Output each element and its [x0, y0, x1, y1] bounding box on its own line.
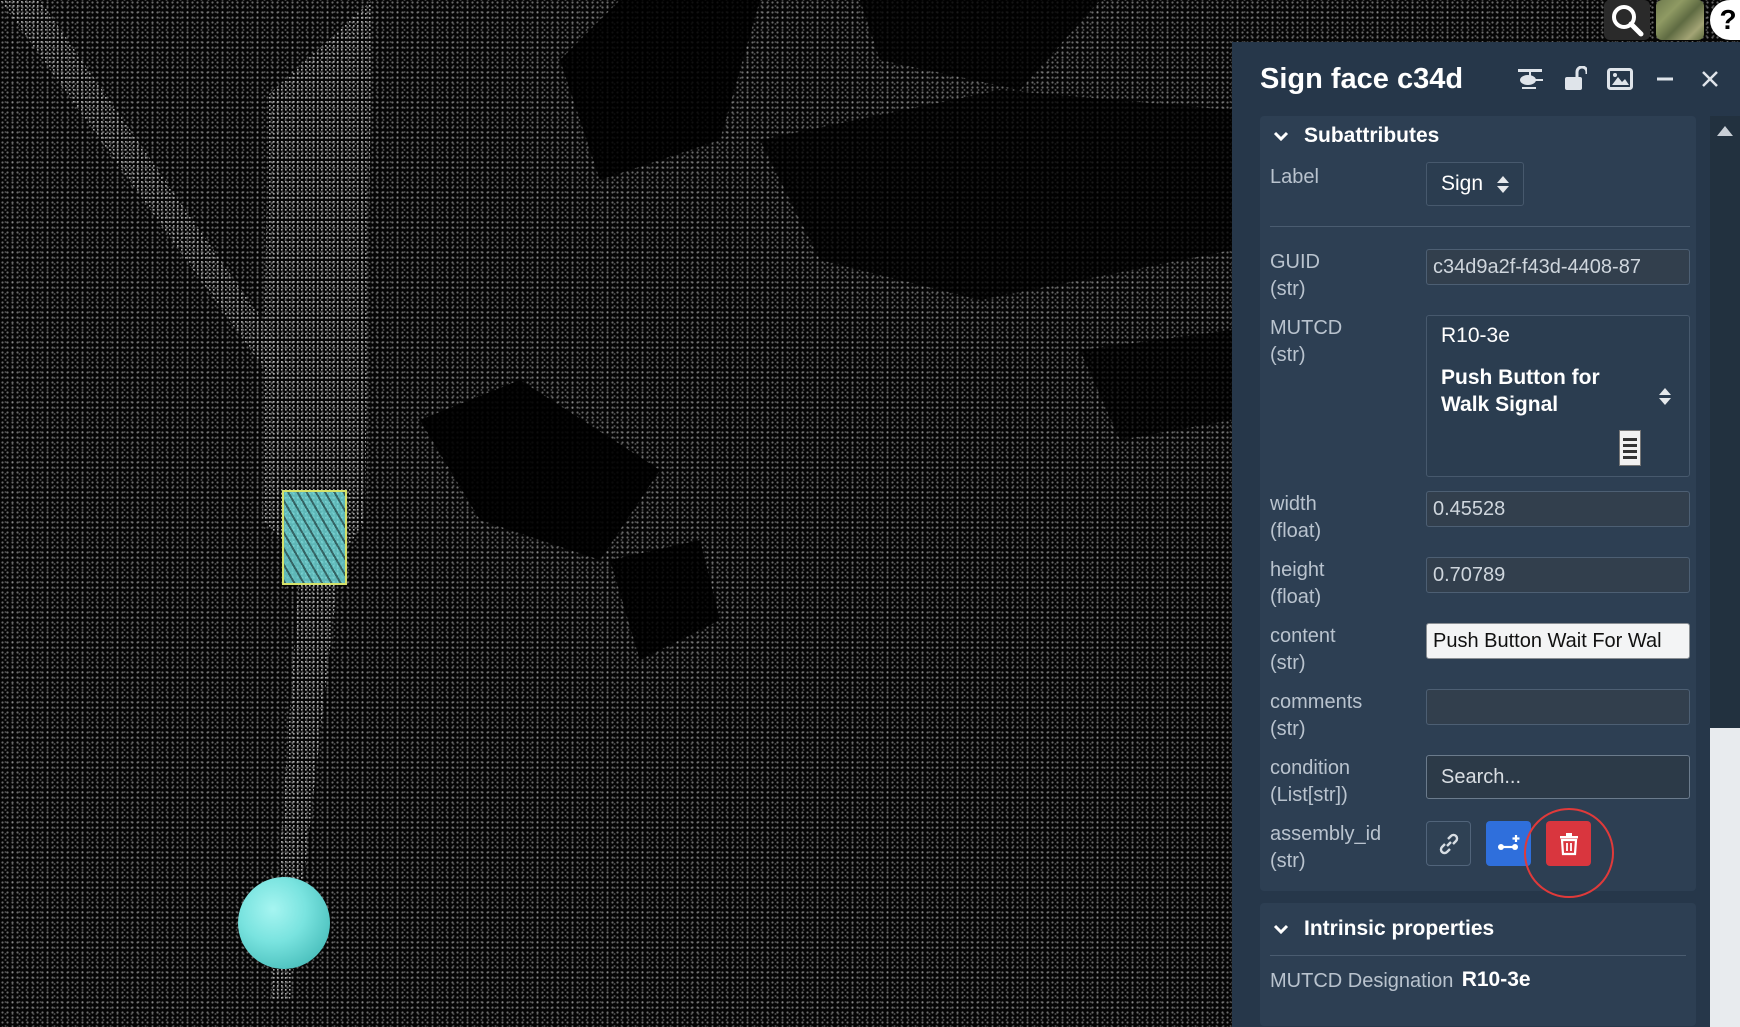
- top-toolbar: ?: [1604, 0, 1740, 40]
- width-row: width (float) 0.45528: [1260, 491, 1696, 557]
- intrinsic-properties-header[interactable]: Intrinsic properties: [1260, 903, 1696, 955]
- condition-field-type: (List[str]): [1270, 784, 1348, 806]
- assembly-id-field-name: assembly_id: [1270, 823, 1382, 845]
- label-select-value: Sign: [1441, 172, 1484, 195]
- comments-row: comments (str): [1260, 689, 1696, 755]
- mutcd-row: MUTCD (str) R10-3e Push Button for Walk …: [1260, 315, 1696, 491]
- help-icon: ?: [1719, 4, 1737, 35]
- height-field-name: height: [1270, 559, 1325, 581]
- guid-input[interactable]: c34d9a2f-f43d-4408-87: [1426, 249, 1690, 285]
- height-input[interactable]: 0.70789: [1426, 557, 1690, 593]
- mutcd-field-name: MUTCD: [1270, 317, 1343, 339]
- image-view-button[interactable]: [1597, 59, 1642, 99]
- panel-scrollbar[interactable]: [1710, 116, 1740, 1027]
- image-icon: [1606, 68, 1633, 90]
- point-cloud-structures: [0, 0, 1232, 1000]
- pole-base-sphere-marker[interactable]: [238, 877, 330, 969]
- mutcd-designation-value: R10-3e: [1461, 968, 1531, 991]
- height-row: height (float) 0.70789: [1260, 557, 1696, 623]
- content-row: content (str) Push Button Wait For Wal: [1260, 623, 1696, 689]
- height-field-type: (float): [1270, 586, 1322, 608]
- assembly-id-field-type: (str): [1270, 850, 1306, 872]
- panel-title: Sign face c34d: [1260, 62, 1464, 95]
- comments-field-type: (str): [1270, 718, 1306, 740]
- divider: [1270, 226, 1690, 227]
- help-button[interactable]: ?: [1710, 0, 1740, 40]
- label-row: Label Sign: [1260, 162, 1696, 206]
- chevron-down-icon: [1270, 918, 1292, 940]
- sign-thumbnail-icon: [1619, 430, 1641, 466]
- properties-panel: Sign face c34d Subattributes Label Sign …: [1232, 42, 1740, 1027]
- search-icon: [1612, 5, 1644, 37]
- comments-field-name: comments: [1270, 691, 1363, 713]
- minimize-icon: [1656, 77, 1673, 81]
- subattributes-section: Subattributes Label Sign GUID (str) c34d…: [1260, 116, 1696, 891]
- label-select[interactable]: Sign: [1426, 162, 1525, 206]
- mutcd-designation-row: MUTCD Designation R10-3e: [1260, 956, 1696, 1026]
- subattributes-header[interactable]: Subattributes: [1260, 116, 1696, 156]
- close-button[interactable]: [1687, 59, 1732, 99]
- link-assembly-button[interactable]: [1426, 821, 1471, 866]
- assembly-id-row: assembly_id (str): [1260, 821, 1696, 877]
- fly-to-button[interactable]: [1507, 59, 1552, 99]
- comments-input[interactable]: [1426, 689, 1690, 725]
- mutcd-designation-name: MUTCD Designation: [1270, 970, 1454, 992]
- label-field-name: Label: [1270, 166, 1319, 188]
- highlight-circle: [1524, 808, 1614, 898]
- width-input[interactable]: 0.45528: [1426, 491, 1690, 527]
- chevron-down-icon: [1270, 125, 1292, 147]
- condition-row: condition (List[str]) Search...: [1260, 755, 1696, 821]
- mutcd-code: R10-3e: [1441, 324, 1510, 347]
- content-field-type: (str): [1270, 652, 1306, 674]
- content-input[interactable]: Push Button Wait For Wal: [1426, 623, 1690, 659]
- select-arrows-icon: [1659, 388, 1671, 405]
- mutcd-description: Push Button for Walk Signal: [1441, 366, 1600, 416]
- mutcd-select[interactable]: R10-3e Push Button for Walk Signal: [1426, 315, 1690, 477]
- width-field-name: width: [1270, 493, 1317, 515]
- guid-row: GUID (str) c34d9a2f-f43d-4408-87: [1260, 249, 1696, 315]
- minimize-button[interactable]: [1642, 59, 1687, 99]
- width-field-type: (float): [1270, 520, 1322, 542]
- close-icon: [1701, 71, 1718, 87]
- guid-field-type: (str): [1270, 278, 1306, 300]
- unlock-icon: [1564, 66, 1587, 90]
- intrinsic-properties-section: Intrinsic properties MUTCD Designation R…: [1260, 903, 1696, 1026]
- add-connection-icon: [1497, 834, 1519, 850]
- search-button[interactable]: [1604, 0, 1650, 40]
- lock-toggle-button[interactable]: [1552, 59, 1597, 99]
- panel-scroll-area[interactable]: Subattributes Label Sign GUID (str) c34d…: [1232, 116, 1708, 1027]
- scroll-up-arrow-icon[interactable]: [1717, 126, 1733, 136]
- scrollbar-thumb[interactable]: [1710, 728, 1740, 1027]
- subattributes-title: Subattributes: [1304, 124, 1440, 147]
- select-arrows-icon: [1497, 175, 1510, 193]
- mutcd-field-type: (str): [1270, 344, 1306, 366]
- link-icon: [1439, 833, 1458, 854]
- content-field-name: content: [1270, 625, 1336, 647]
- sign-face-marker[interactable]: [282, 490, 347, 585]
- helicopter-icon: [1517, 69, 1543, 89]
- basemap-thumbnail-button[interactable]: [1656, 0, 1704, 40]
- condition-search-input[interactable]: Search...: [1426, 755, 1690, 799]
- guid-field-name: GUID: [1270, 251, 1320, 273]
- condition-field-name: condition: [1270, 757, 1351, 779]
- panel-header: Sign face c34d: [1232, 42, 1740, 116]
- intrinsic-properties-title: Intrinsic properties: [1304, 917, 1495, 940]
